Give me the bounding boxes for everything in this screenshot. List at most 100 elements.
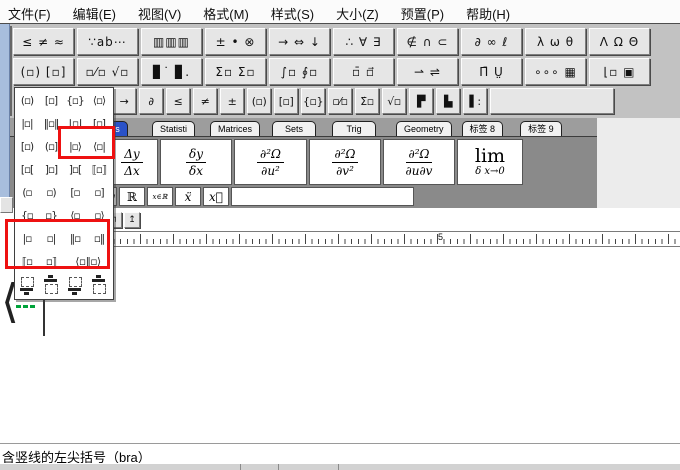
template-cell[interactable]: ẍ <box>175 187 201 206</box>
fence-option[interactable]: [▫] <box>39 90 63 113</box>
fence-option[interactable]: (▫) <box>15 90 39 113</box>
fence-option[interactable]: ⟦▫ <box>15 251 39 274</box>
fence-option[interactable]: ‖▫‖ <box>39 113 63 136</box>
menu-item[interactable]: 视图(V) <box>138 4 181 23</box>
small-bar-button[interactable]: ▛ <box>409 88 433 114</box>
fence-option[interactable]: ⌈▫⌉ <box>87 113 111 136</box>
small-bar-button[interactable]: → <box>112 88 136 114</box>
small-bar-button[interactable]: {▫} <box>301 88 325 114</box>
menu-item[interactable]: 样式(S) <box>271 4 314 23</box>
symbol-palette-button[interactable]: ∂ ∞ ℓ <box>461 28 522 55</box>
symbol-palette-button[interactable]: ▥▥▥ <box>141 28 202 55</box>
fence-option[interactable]: ⟨▫| <box>87 136 111 159</box>
template-partial-u2[interactable]: ∂²Ω ∂u² <box>234 139 307 185</box>
menu-item[interactable]: 帮助(H) <box>466 4 510 23</box>
template-palette-button[interactable]: (▫) [▫] <box>13 58 74 85</box>
template-palette-button[interactable]: ∘∘∘ ▦ <box>525 58 586 85</box>
fence-option[interactable]: {▫ <box>15 205 39 228</box>
menu-item[interactable]: 编辑(E) <box>73 4 116 23</box>
small-bar-button[interactable] <box>490 88 614 114</box>
fence-option[interactable]: ▫| <box>39 228 63 251</box>
template-palette-button[interactable]: ⇀ ⇌ <box>397 58 458 85</box>
template-palette-button[interactable]: ∫▫ ∮▫ <box>269 58 330 85</box>
symbol-palette-button[interactable]: λ ω θ <box>525 28 586 55</box>
fence-option[interactable]: ‖▫ <box>63 228 87 251</box>
symbol-palette-button[interactable]: ≤ ≠ ≈ <box>13 28 74 55</box>
fence-option[interactable]: (▫] <box>39 136 63 159</box>
template-palette-button[interactable]: ▊˙ ▊. <box>141 58 202 85</box>
template-cell[interactable] <box>231 187 414 206</box>
fence-option[interactable]: ▫} <box>39 205 63 228</box>
fence-option[interactable]: ▫] <box>87 182 111 205</box>
small-bar-button[interactable]: ≤ <box>166 88 190 114</box>
fence-option[interactable]: ▫⟩ <box>87 205 111 228</box>
template-palette-button[interactable]: Π̄ Ṳ <box>461 58 522 85</box>
underbar-template-icon[interactable] <box>63 274 87 297</box>
fence-option[interactable]: |▫| <box>15 113 39 136</box>
template-limit[interactable]: lim δ x→0 <box>457 139 523 185</box>
symbol-palette-button[interactable]: → ⇔ ↓ <box>269 28 330 55</box>
menu-item[interactable]: 格式(M) <box>203 4 249 23</box>
symbol-palette-button[interactable]: ∵ab⋯ <box>77 28 138 55</box>
small-bar-button[interactable]: ∂ <box>139 88 163 114</box>
fence-option[interactable]: |▫ <box>15 228 39 251</box>
template-cell[interactable]: ℝ <box>119 187 145 206</box>
symbol-palette-button[interactable]: ± • ⊗ <box>205 28 266 55</box>
symbol-palette-button[interactable]: Λ Ω Θ <box>589 28 650 55</box>
small-bar-button[interactable]: ▙ <box>436 88 460 114</box>
fence-option[interactable]: |▫⟩ <box>63 136 87 159</box>
overbrace-template-icon[interactable] <box>39 274 63 297</box>
fence-option[interactable]: ]▫[ <box>63 159 87 182</box>
menu-item[interactable]: 大小(Z) <box>336 4 379 23</box>
toolbar-row-smallbar: →∂≤≠±(▫)[▫]{▫}▫⁄▫Σ̇▫√▫▛▙▌: <box>112 88 614 114</box>
menu-item[interactable]: 文件(F) <box>8 4 51 23</box>
symbol-palette-button[interactable]: ∉ ∩ ⊂ <box>397 28 458 55</box>
tab-geometry[interactable]: Geometry <box>396 121 452 136</box>
tab-stop-center-button[interactable]: ↥ <box>124 212 140 228</box>
menu-item[interactable]: 预置(P) <box>401 4 444 23</box>
fence-option[interactable]: ]▫] <box>39 159 63 182</box>
fence-option[interactable]: ▫) <box>39 182 63 205</box>
small-bar-button[interactable]: ▌: <box>463 88 487 114</box>
tab-matrices[interactable]: Matrices <box>210 121 260 136</box>
fence-option[interactable]: {▫} <box>63 90 87 113</box>
tab-sets[interactable]: Sets <box>272 121 316 136</box>
small-bar-button[interactable]: [▫] <box>274 88 298 114</box>
fence-option[interactable]: (▫ <box>15 182 39 205</box>
fence-option[interactable]: ⟨▫‖▫⟩ <box>63 251 113 274</box>
template-palette-button[interactable]: Σ▫ Σ▫ <box>205 58 266 85</box>
small-bar-button[interactable]: ± <box>220 88 244 114</box>
fence-option[interactable]: ▫⟧ <box>39 251 63 274</box>
fence-option[interactable]: ⌊▫⌋ <box>63 113 87 136</box>
small-bar-button[interactable]: Σ̇▫ <box>355 88 379 114</box>
fence-option[interactable]: [▫[ <box>15 159 39 182</box>
template-small-delta-y-dx[interactable]: δy δx <box>160 139 232 185</box>
tab-label-9[interactable]: 标签 9 <box>520 121 562 136</box>
ruler[interactable]: 5 <box>104 231 680 247</box>
small-bar-button[interactable]: √▫ <box>382 88 406 114</box>
tab-label-8[interactable]: 标签 8 <box>462 121 504 136</box>
template-palette-button[interactable]: ▫⁄▫ √▫ <box>77 58 138 85</box>
fence-palette-dropdown: (▫)[▫]{▫}⟨▫⟩ |▫|‖▫‖⌊▫⌋⌈▫⌉ [▫)(▫]|▫⟩⟨▫| [… <box>14 87 114 300</box>
fence-option[interactable]: [▫) <box>15 136 39 159</box>
underbrace-template-icon[interactable] <box>15 274 39 297</box>
tab-statistics[interactable]: Statisti <box>152 121 195 136</box>
fence-option[interactable]: ▫‖ <box>87 228 111 251</box>
small-bar-button[interactable]: ▫⁄▫ <box>328 88 352 114</box>
template-palette-button[interactable]: ▫̄ ▫⃗ <box>333 58 394 85</box>
template-cell[interactable]: x⃛ <box>203 187 229 206</box>
tab-trig[interactable]: Trig <box>332 121 376 136</box>
palette-anchor-button[interactable] <box>0 197 13 213</box>
template-partial-uv[interactable]: ∂²Ω ∂u∂v <box>383 139 455 185</box>
template-partial-v2[interactable]: ∂²Ω ∂v² <box>309 139 381 185</box>
symbol-palette-button[interactable]: ∴ ∀ ∃ <box>333 28 394 55</box>
fence-option[interactable]: [▫ <box>63 182 87 205</box>
fence-option[interactable]: ⟨▫⟩ <box>87 90 111 113</box>
small-bar-button[interactable]: ≠ <box>193 88 217 114</box>
fence-option[interactable]: ⟨▫ <box>63 205 87 228</box>
template-cell[interactable]: x∈ℝ <box>147 187 173 206</box>
fence-option[interactable]: ⟦▫⟧ <box>87 159 111 182</box>
template-palette-button[interactable]: ⌊▫ ▣ <box>589 58 650 85</box>
small-bar-button[interactable]: (▫) <box>247 88 271 114</box>
overbar-template-icon[interactable] <box>87 274 111 297</box>
